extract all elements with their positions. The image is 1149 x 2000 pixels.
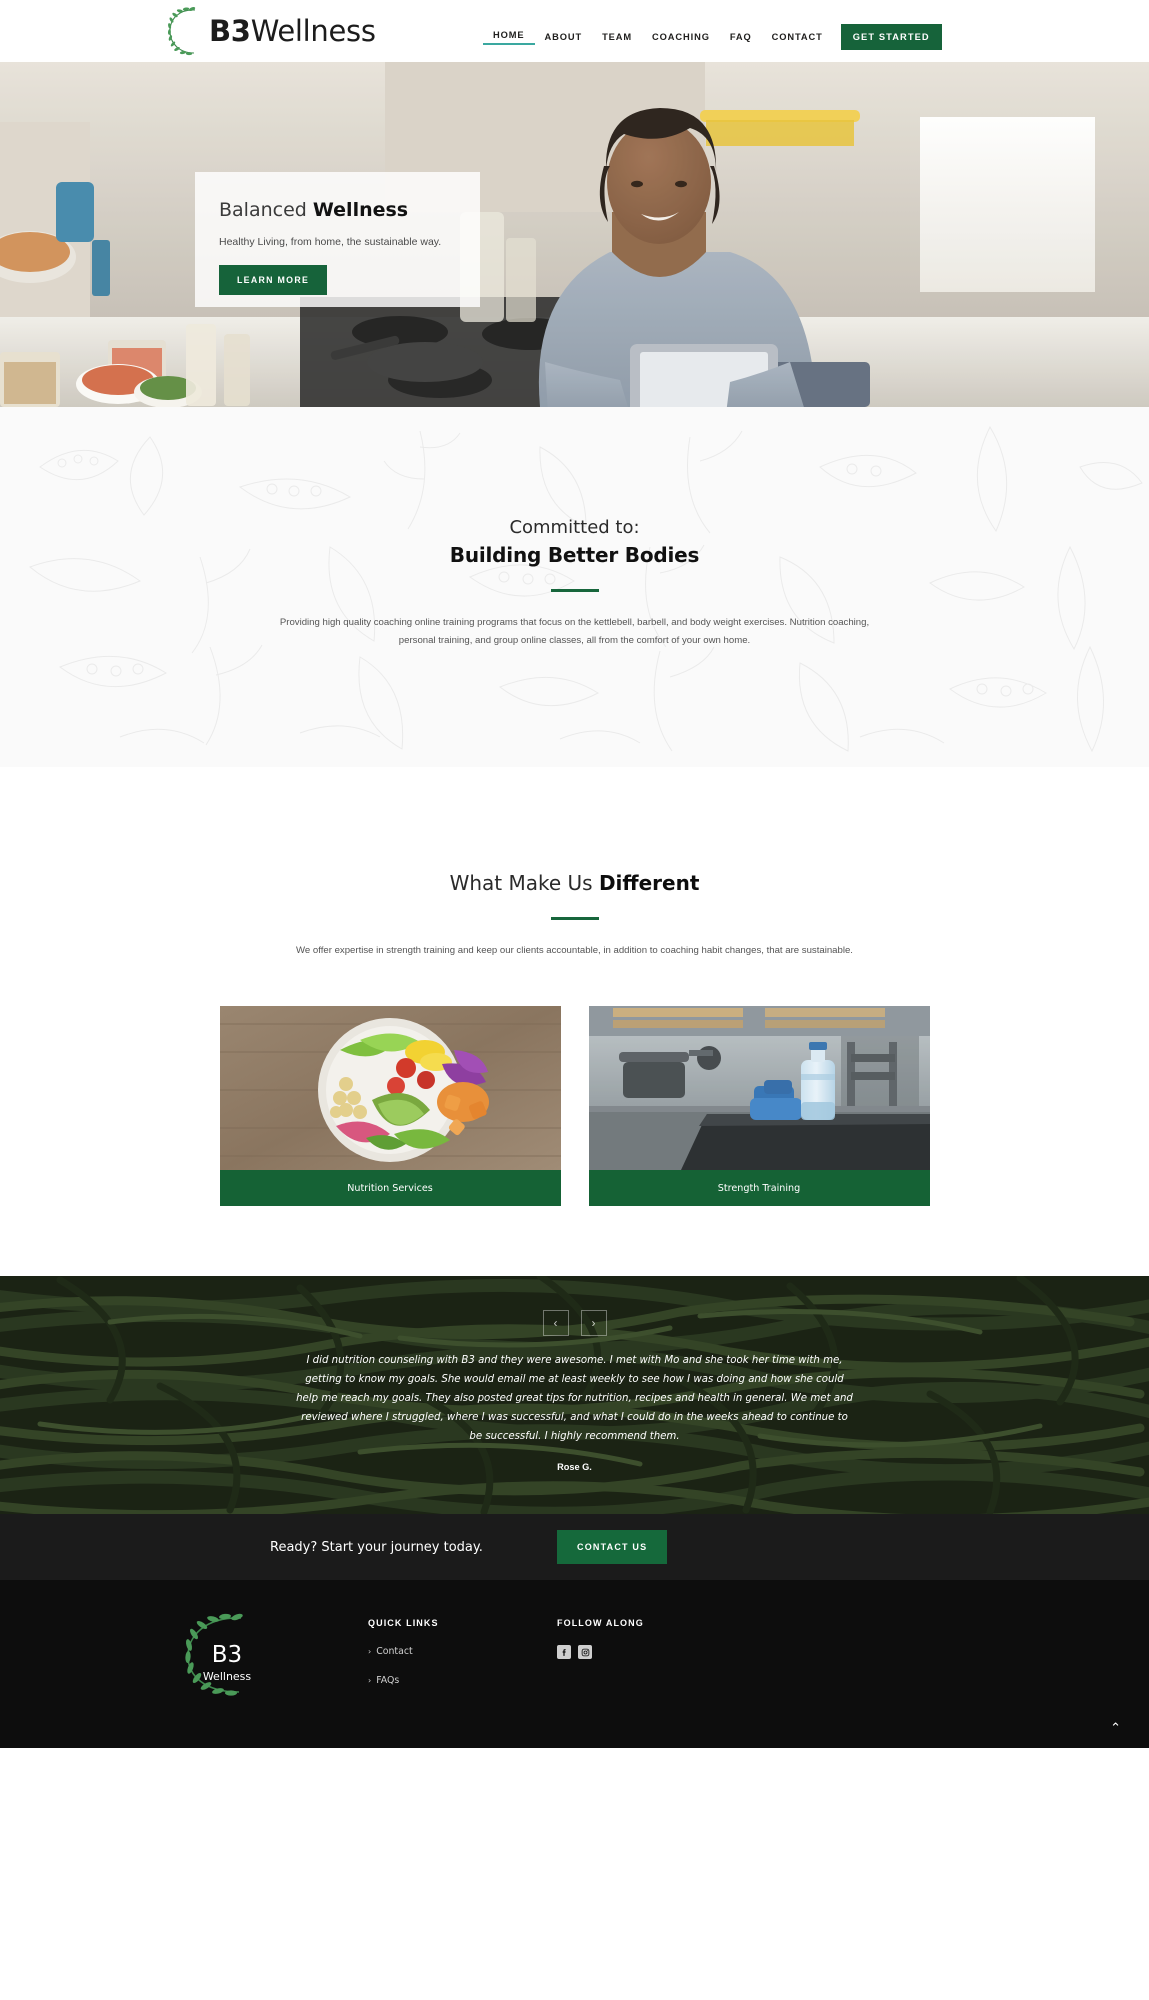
committed-body-text: Providing high quality coaching online t… [279,617,870,646]
footer-link-faqs-label: FAQs [376,1675,400,1687]
hero-title-bold: Wellness [312,199,409,221]
section-divider-rule [550,589,599,592]
social-icon-list [557,1645,644,1660]
service-card-strength[interactable]: Strength Training [588,1006,930,1207]
logo-wellness: Wellness [250,13,376,48]
footer-link-contact-label: Contact [376,1646,413,1658]
logo-wordmark: B3Wellness [209,13,376,48]
service-card-nutrition[interactable]: Nutrition Services [219,1006,561,1207]
quick-links-heading: QUICK LINKS [368,1618,439,1629]
nav-item-home[interactable]: HOME [483,30,535,45]
quote-close-icon: ” [953,1209,979,1260]
footer-logo-b3: B3 [212,1642,242,1668]
carousel-next-button[interactable]: › [580,1310,607,1337]
testimonial-author: Rose G. [557,1461,592,1472]
hero-text-card: Balanced Wellness Healthy Living, from h… [195,172,480,307]
follow-along-heading: FOLLOW ALONG [557,1618,644,1629]
learn-more-button[interactable]: LEARN MORE [219,264,328,295]
nutrition-card-label: Nutrition Services [219,1170,561,1207]
contact-us-button[interactable]: CONTACT US [557,1530,668,1565]
service-cards: Nutrition Services Strength Training [219,1006,930,1207]
committed-section: Committed to: Building Better Bodies Pro… [0,407,1149,767]
footer-link-contact[interactable]: › Contact [368,1646,439,1657]
different-title-bold: Different [598,871,700,895]
quote-open-icon: “ [170,1209,196,1260]
nav-item-team[interactable]: TEAM [592,32,642,42]
nutrition-card-image [219,1006,561,1171]
leaf-wreath-icon [167,7,196,56]
section-divider-rule [550,917,599,920]
nav-item-contact[interactable]: CONTACT [762,32,833,42]
cta-bar: Ready? Start your journey today. CONTACT… [0,1514,1149,1581]
scroll-to-top-button[interactable]: ⌃ [1110,1721,1121,1734]
primary-nav: HOME ABOUT TEAM COACHING FAQ CONTACT GET… [483,24,942,50]
testimonial-section: ‹ › I did nutrition counseling with B3 a… [0,1276,1149,1515]
site-logo[interactable]: B3Wellness [165,4,376,58]
committed-eyebrow: Committed to: [509,517,640,538]
footer-leaf-wreath-icon: B3 Wellness [185,1614,252,1696]
facebook-icon[interactable] [557,1645,571,1660]
site-header: B3Wellness HOME ABOUT TEAM COACHING FAQ … [0,0,1149,62]
get-started-button[interactable]: GET STARTED [840,24,942,50]
footer-link-faqs[interactable]: › FAQs [368,1675,439,1686]
committed-title: Building Better Bodies [449,543,700,567]
hero-title-light: Balanced [219,199,313,221]
chevron-right-icon: › [368,1676,372,1686]
strength-card-label: Strength Training [588,1170,930,1207]
different-title-light: What Make Us [449,871,599,895]
hero-kitchen-photo [0,62,1149,407]
hero-subtitle: Healthy Living, from home, the sustainab… [219,235,442,248]
different-section: What Make Us Different We offer expertis… [0,767,1149,1277]
cta-text: Ready? Start your journey today. [270,1539,483,1555]
strength-card-image [588,1006,930,1171]
footer-quick-links: QUICK LINKS › Contact › FAQs [368,1618,439,1686]
hero-section: Balanced Wellness Healthy Living, from h… [0,62,1149,407]
nav-item-faq[interactable]: FAQ [720,32,762,42]
hero-title: Balanced Wellness [219,199,456,222]
logo-b3: B3 [209,13,251,48]
site-footer: B3 Wellness QUICK LINKS › Contact › FAQs… [0,1580,1149,1749]
carousel-prev-button[interactable]: ‹ [542,1310,569,1337]
chevron-right-icon: › [368,1647,372,1657]
nav-item-about[interactable]: ABOUT [535,32,593,42]
footer-logo-wellness: Wellness [203,1670,252,1683]
different-body-text: We offer expertise in strength training … [296,945,853,956]
nav-item-coaching[interactable]: COACHING [642,32,720,42]
instagram-icon[interactable] [578,1645,592,1660]
testimonial-quote-text: I did nutrition counseling with B3 and t… [296,1355,853,1442]
testimonial-carousel-controls: ‹ › [0,1310,1149,1337]
footer-logo[interactable]: B3 Wellness [178,1612,268,1701]
footer-follow-along: FOLLOW ALONG [557,1618,644,1660]
testimonial-quote-block: I did nutrition counseling with B3 and t… [295,1352,855,1471]
different-title: What Make Us Different [0,871,1149,895]
